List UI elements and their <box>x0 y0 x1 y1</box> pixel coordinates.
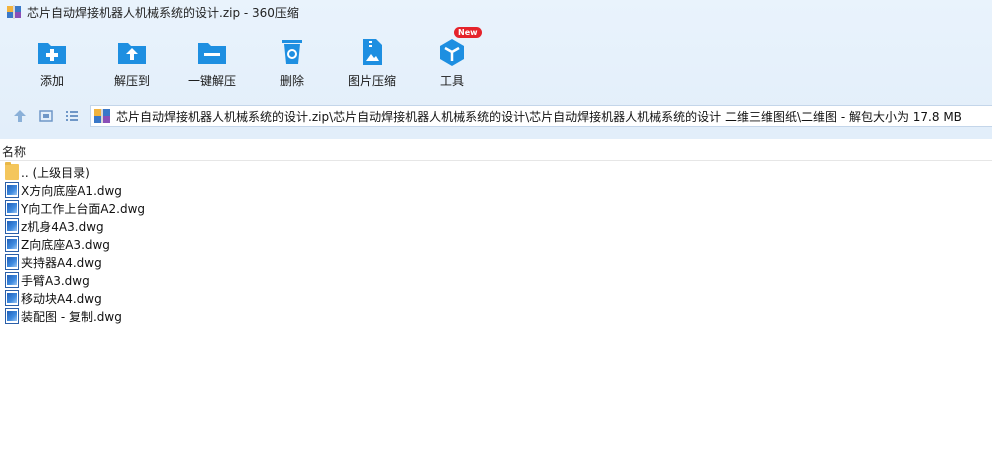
address-path: 芯片自动焊接机器人机械系统的设计.zip\芯片自动焊接机器人机械系统的设计\芯片… <box>116 109 962 124</box>
list-item[interactable]: 装配图 - 复制.dwg <box>0 307 992 325</box>
image-compress-button[interactable]: 图片压缩 <box>335 28 409 94</box>
file-name: 夹持器A4.dwg <box>21 255 102 270</box>
one-click-extract-label: 一键解压 <box>187 74 236 88</box>
dwg-file-icon <box>5 218 19 234</box>
dwg-file-icon <box>5 254 19 270</box>
file-name: X方向底座A1.dwg <box>21 183 122 198</box>
address-bar[interactable]: 芯片自动焊接机器人机械系统的设计.zip\芯片自动焊接机器人机械系统的设计\芯片… <box>90 105 992 127</box>
up-arrow-icon[interactable] <box>12 108 28 124</box>
add-button[interactable]: 添加 <box>15 28 89 94</box>
delete-button[interactable]: 删除 <box>255 28 329 94</box>
main-toolbar: 添加 解压到 一键解压 删除 图片压缩 工具 <box>0 28 520 94</box>
add-label: 添加 <box>39 74 64 88</box>
file-name: z机身4A3.dwg <box>21 219 104 234</box>
list-item[interactable]: 手臂A3.dwg <box>0 271 992 289</box>
dwg-file-icon <box>5 308 19 324</box>
tools-button[interactable]: 工具 <box>415 28 489 94</box>
file-name: 手臂A3.dwg <box>21 273 90 288</box>
image-compress-label: 图片压缩 <box>347 74 396 88</box>
one-click-extract-icon <box>196 36 228 68</box>
name-column-header[interactable]: 名称 <box>0 140 992 161</box>
list-item[interactable]: Z向底座A3.dwg <box>0 235 992 253</box>
one-click-extract-button[interactable]: 一键解压 <box>175 28 249 94</box>
dwg-file-icon <box>5 290 19 306</box>
file-name: .. (上级目录) <box>21 165 90 180</box>
file-name: Y向工作上台面A2.dwg <box>21 201 146 216</box>
list-view-icon[interactable] <box>64 108 80 124</box>
dwg-file-icon <box>5 182 19 198</box>
archive-file-icon <box>94 109 110 123</box>
dwg-file-icon <box>5 272 19 288</box>
extract-to-button[interactable]: 解压到 <box>95 28 169 94</box>
title-bar: 芯片自动焊接机器人机械系统的设计.zip - 360压缩 <box>0 0 992 24</box>
image-compress-icon <box>356 36 388 68</box>
file-name: Z向底座A3.dwg <box>21 237 110 252</box>
tools-label: 工具 <box>439 74 464 88</box>
list-item[interactable]: 移动块A4.dwg <box>0 289 992 307</box>
dwg-file-icon <box>5 236 19 252</box>
file-list: .. (上级目录) X方向底座A1.dwg Y向工作上台面A2.dwg z机身4… <box>0 162 992 325</box>
list-item-parent-directory[interactable]: .. (上级目录) <box>0 162 992 181</box>
tools-cube-icon <box>436 36 468 68</box>
window-title: 芯片自动焊接机器人机械系统的设计.zip - 360压缩 <box>27 5 299 20</box>
new-badge: New <box>454 27 482 38</box>
toolbar-area: 芯片自动焊接机器人机械系统的设计.zip - 360压缩 添加 解压到 一键解压… <box>0 0 992 139</box>
folder-icon <box>5 162 19 180</box>
file-name: 移动块A4.dwg <box>21 291 102 306</box>
recycle-bin-icon <box>276 36 308 68</box>
thumbnail-view-icon[interactable] <box>38 108 54 124</box>
list-item[interactable]: Y向工作上台面A2.dwg <box>0 199 992 217</box>
list-item[interactable]: z机身4A3.dwg <box>0 217 992 235</box>
add-folder-icon <box>36 36 68 68</box>
dwg-file-icon <box>5 200 19 216</box>
file-name: 装配图 - 复制.dwg <box>21 309 122 324</box>
extract-to-icon <box>116 36 148 68</box>
extract-to-label: 解压到 <box>113 74 150 88</box>
archive-app-icon <box>7 5 21 19</box>
name-column-label: 名称 <box>2 145 27 159</box>
delete-label: 删除 <box>279 74 304 88</box>
list-item[interactable]: X方向底座A1.dwg <box>0 181 992 199</box>
list-item[interactable]: 夹持器A4.dwg <box>0 253 992 271</box>
navigation-bar: 芯片自动焊接机器人机械系统的设计.zip\芯片自动焊接机器人机械系统的设计\芯片… <box>0 101 992 131</box>
